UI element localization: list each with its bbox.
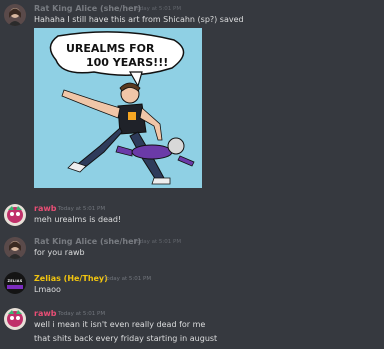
message-timestamp: Today at 5:01 PM: [58, 311, 106, 317]
alice-avatar[interactable]: [4, 4, 26, 26]
zelias-avatar[interactable]: ZELIAS: [4, 272, 26, 294]
message-timestamp: Today at 5:01 PM: [134, 239, 182, 245]
attachment-image[interactable]: UREALMS FOR 100 YEARS!!!: [34, 28, 202, 188]
message-timestamp: Today at 5:01 PM: [134, 6, 182, 12]
message-timestamp: Today at 5:01 PM: [104, 276, 152, 282]
message-text: well i mean it isn't even really dead fo…: [34, 320, 206, 329]
message-text: Hahaha I still have this art from Shicah…: [34, 15, 244, 24]
message-author[interactable]: Zelias (He/They): [34, 274, 108, 283]
zelias-avatar-text: ZELIAS: [7, 279, 23, 283]
message-text: that shits back every friday starting in…: [34, 334, 218, 343]
message-timestamp: Today at 5:01 PM: [58, 206, 106, 212]
alice-avatar[interactable]: [4, 237, 26, 259]
message-text: for you rawb: [34, 248, 85, 257]
message-author[interactable]: rawb: [34, 204, 56, 213]
message-text: Lmaoo: [34, 285, 61, 294]
message-author[interactable]: rawb: [34, 309, 56, 318]
rawb-avatar[interactable]: [4, 308, 26, 330]
bubble-text-line2: 100 YEARS!!!: [86, 56, 168, 69]
message-author[interactable]: Rat King Alice (she/her): [34, 237, 141, 246]
message-author[interactable]: Rat King Alice (she/her): [34, 4, 141, 13]
bubble-text-line1: UREALMS FOR: [66, 42, 155, 55]
message-text: meh urealms is dead!: [34, 215, 122, 224]
rawb-avatar[interactable]: [4, 204, 26, 226]
